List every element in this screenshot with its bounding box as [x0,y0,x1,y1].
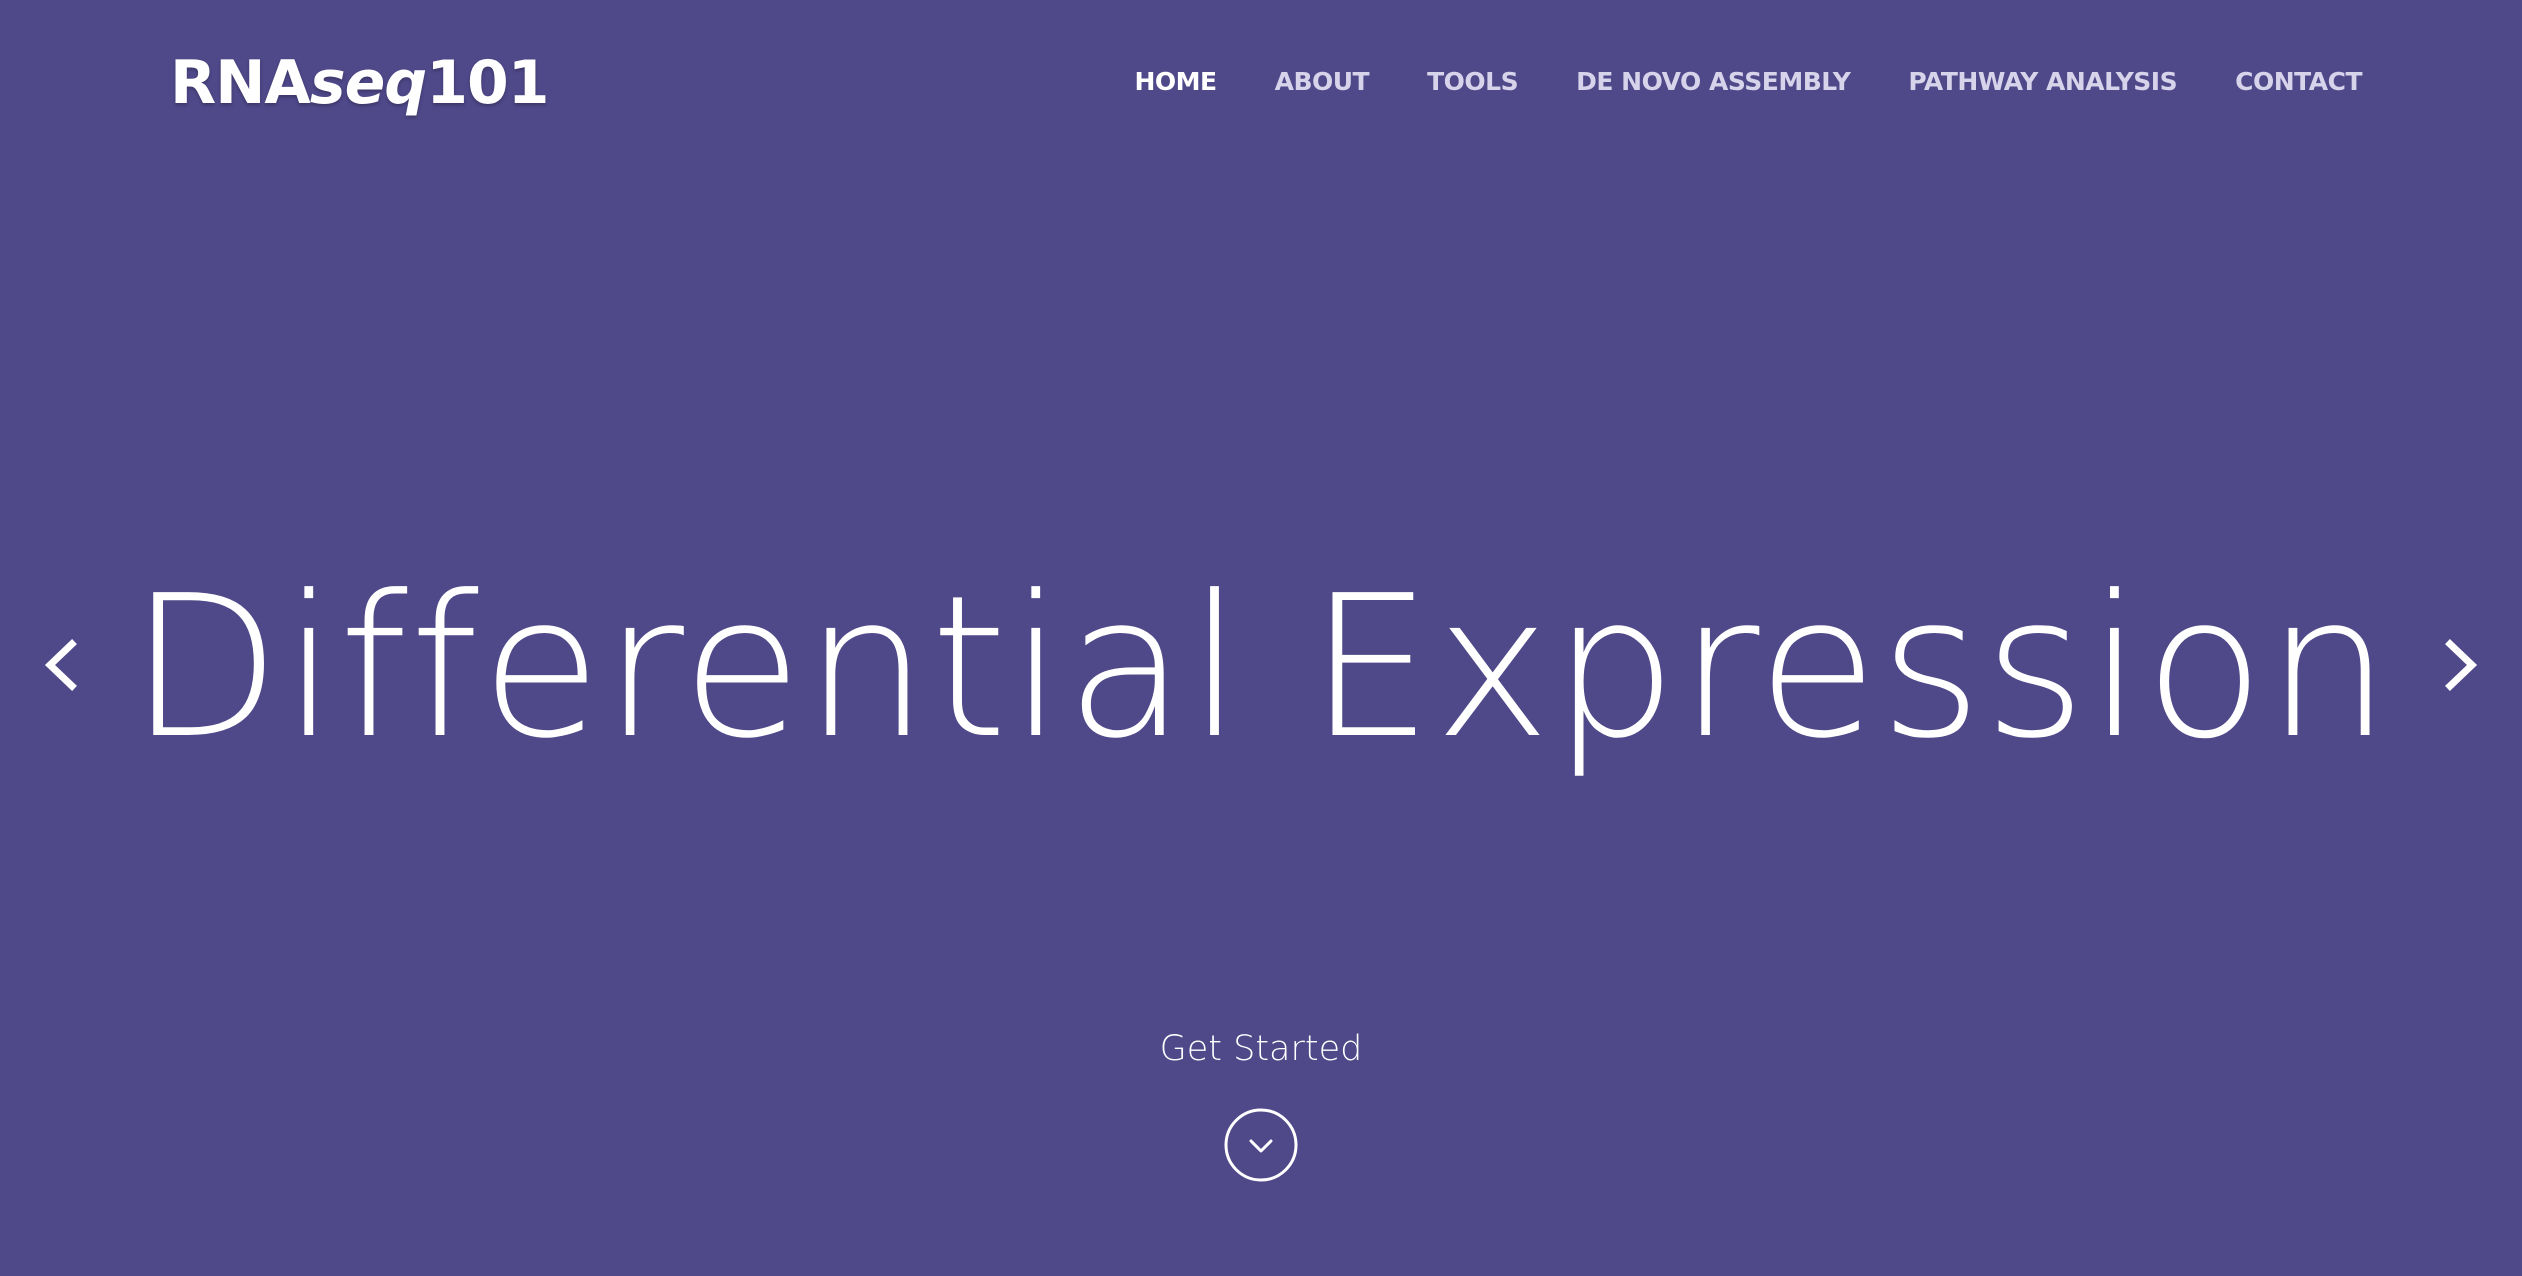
nav-item-de-novo-assembly[interactable]: DE NOVO ASSEMBLY [1576,62,1851,102]
carousel-next-button[interactable] [2432,630,2492,700]
scroll-down-button[interactable] [1223,1107,1299,1183]
brand-logo[interactable]: RNAseq101 [170,40,549,126]
brand-italic: seq [309,48,427,118]
page: RNAseq101 HOME ABOUT TOOLS DE NOVO ASSEM… [0,0,2522,1276]
brand-suffix: 101 [426,48,549,118]
nav-item-pathway-analysis[interactable]: PATHWAY ANALYSIS [1908,62,2177,102]
nav-item-tools[interactable]: TOOLS [1427,62,1519,102]
chevron-down-circle-icon [1224,1108,1298,1182]
main-nav: HOME ABOUT TOOLS DE NOVO ASSEMBLY PATHWA… [1134,62,2362,102]
nav-item-about[interactable]: ABOUT [1275,62,1370,102]
chevron-right-icon [2445,639,2478,691]
get-started-link[interactable]: Get Started [0,1024,2522,1074]
nav-item-home[interactable]: HOME [1134,62,1217,102]
brand-prefix: RNA [170,48,311,118]
hero-title: Differential Expression [129,554,2393,782]
nav-item-contact[interactable]: CONTACT [2235,62,2362,102]
